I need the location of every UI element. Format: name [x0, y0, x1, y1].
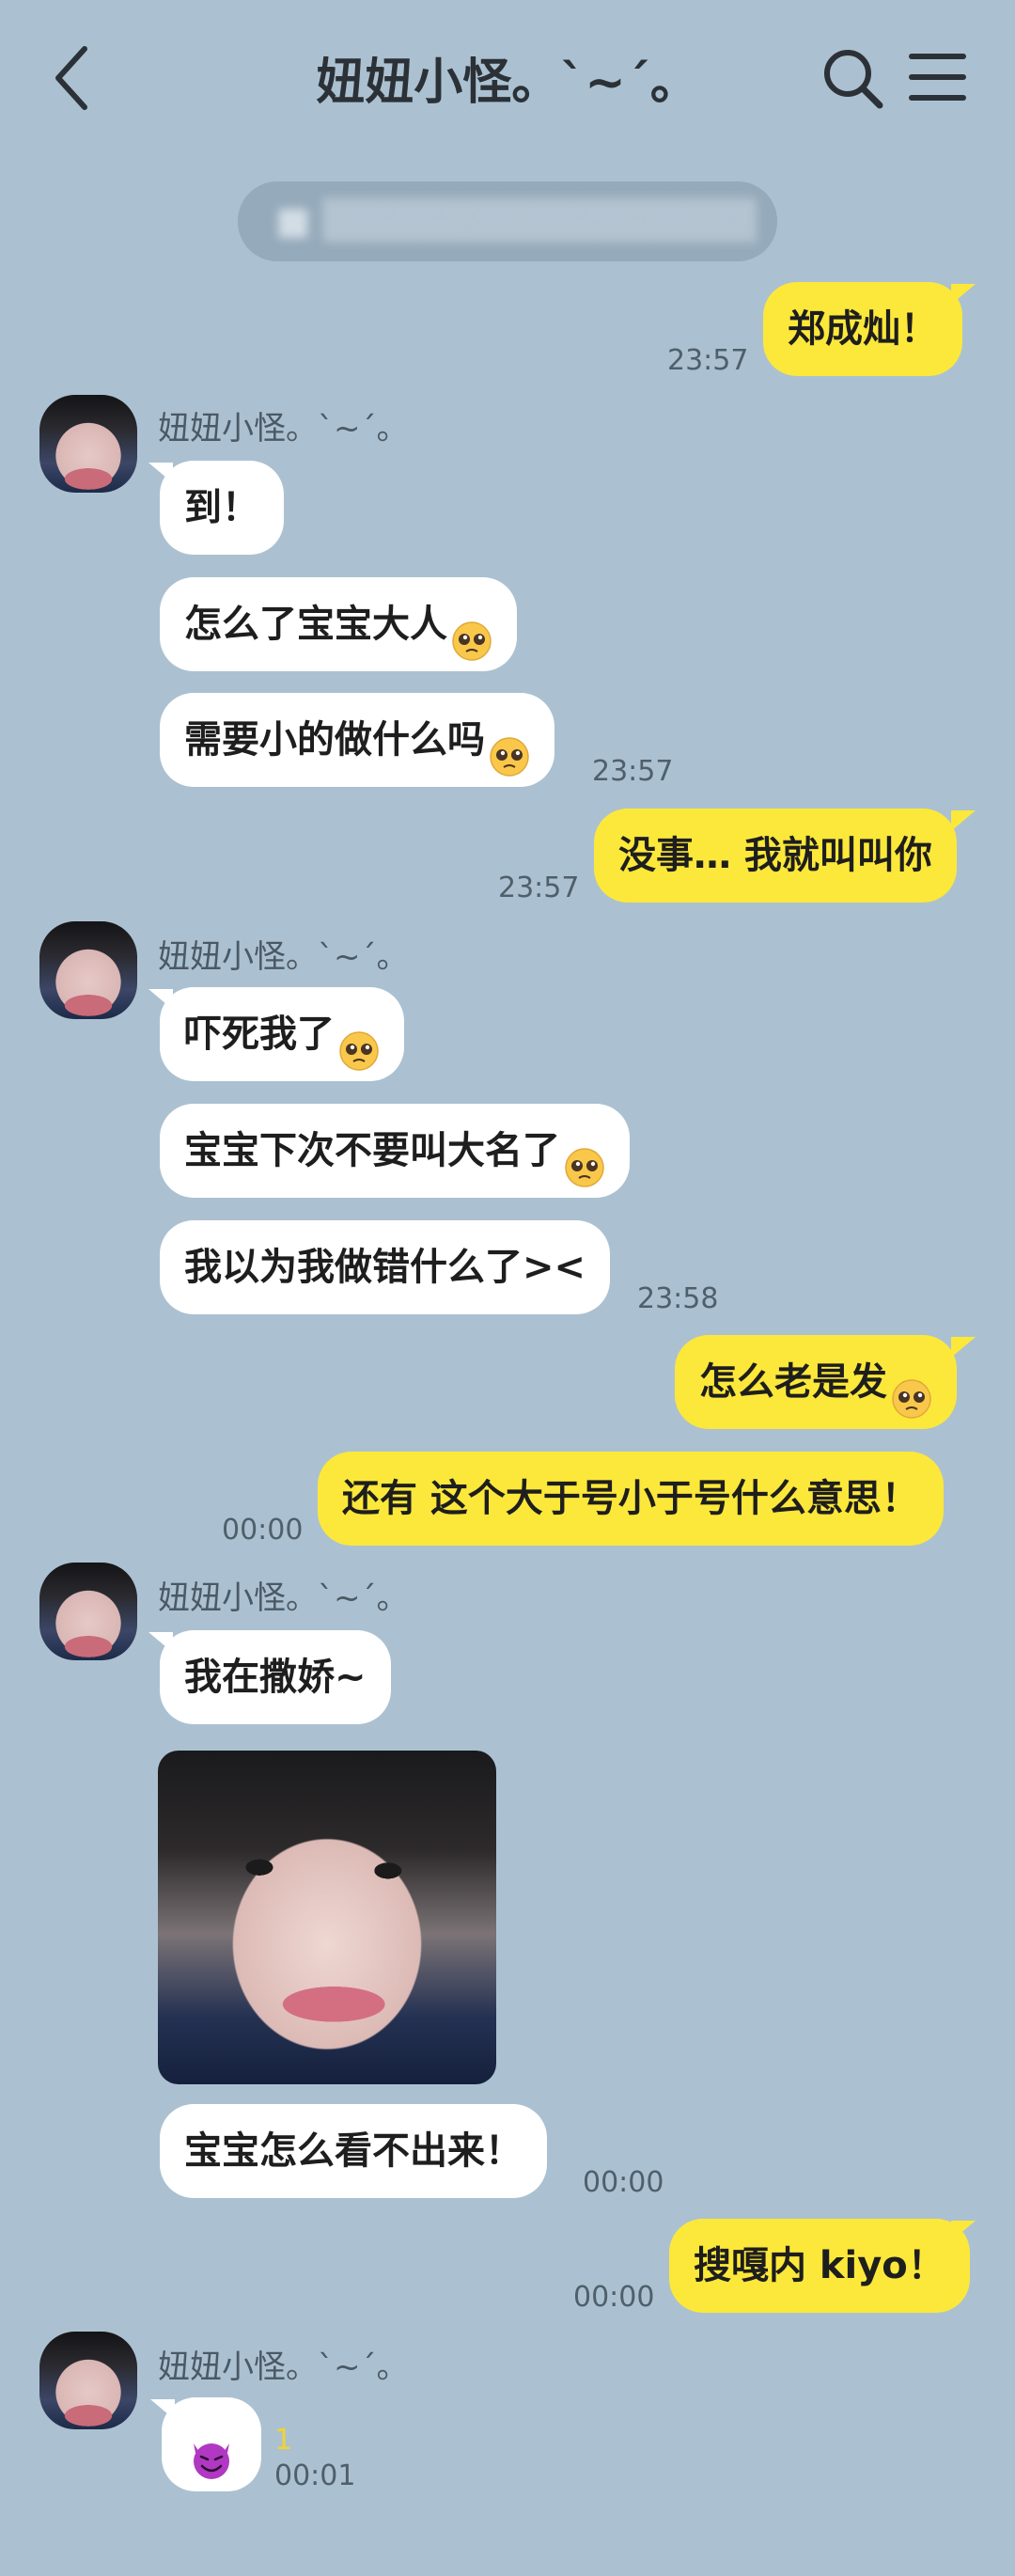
message-time: 23:58: [637, 1282, 719, 1315]
contact-avatar[interactable]: [39, 1563, 137, 1660]
contact-avatar[interactable]: [39, 921, 137, 1019]
chat-title: 妞妞小怪。`~´。: [316, 55, 699, 111]
selfie-photo[interactable]: [158, 1751, 496, 2084]
pleading-face-emoji-icon: [451, 603, 492, 661]
bubble-tail: [951, 1337, 976, 1358]
emoticon-message[interactable]: [162, 2397, 261, 2491]
message-time: 00:00: [573, 2281, 655, 2314]
pinned-notice-text: ■ ▒▒▒▒▒▒▒▒▒▒▒▒▒▒▒: [275, 199, 757, 243]
bubble-tail: [951, 2221, 976, 2241]
incoming-message[interactable]: 宝宝怎么看不出来！: [160, 2104, 547, 2198]
unread-count: 1: [274, 2424, 293, 2457]
bubble-tail: [150, 2399, 175, 2420]
incoming-message[interactable]: 我以为我做错什么了><: [160, 1220, 611, 1314]
sender-name: 妞妞小怪。`~´。: [158, 938, 409, 976]
incoming-message[interactable]: 需要小的做什么吗: [160, 693, 554, 787]
message-time: 23:57: [498, 872, 580, 904]
bubble-tail: [951, 284, 976, 305]
incoming-message[interactable]: 宝宝下次不要叫大名了: [160, 1104, 630, 1198]
pleading-face-emoji-icon: [489, 718, 530, 777]
pinned-notice-banner[interactable]: ■ ▒▒▒▒▒▒▒▒▒▒▒▒▒▒▒: [238, 181, 777, 261]
bubble-tail: [951, 810, 976, 831]
incoming-message[interactable]: 怎么了宝宝大人: [160, 577, 517, 671]
sender-name: 妞妞小怪。`~´。: [158, 2348, 409, 2386]
message-time: 23:57: [667, 344, 749, 377]
message-time: 00:00: [222, 1514, 304, 1547]
incoming-message[interactable]: 吓死我了: [160, 987, 404, 1081]
message-time: 00:00: [583, 2166, 664, 2199]
back-arrow-icon[interactable]: [49, 36, 105, 120]
pleading-face-emoji-icon: [564, 1129, 605, 1187]
search-icon[interactable]: [820, 45, 885, 111]
outgoing-message[interactable]: 还有 这个大于号小于号什么意思！: [318, 1452, 944, 1546]
smiling-devil-emoji-icon: [188, 2422, 235, 2479]
outgoing-message[interactable]: 没事… 我就叫叫你: [594, 809, 957, 903]
menu-icon[interactable]: [907, 49, 968, 105]
message-time: 23:57: [592, 755, 674, 788]
pleading-face-emoji-icon: [338, 1013, 380, 1071]
outgoing-message[interactable]: 郑成灿！: [763, 282, 962, 376]
incoming-message[interactable]: 到！: [160, 461, 284, 555]
outgoing-message[interactable]: 怎么老是发: [675, 1335, 957, 1429]
bubble-tail: [148, 989, 173, 1010]
outgoing-message[interactable]: 搜嘎内 kiyo！: [669, 2219, 970, 2313]
contact-avatar[interactable]: [39, 395, 137, 493]
bubble-tail: [148, 1632, 173, 1653]
incoming-message[interactable]: 我在撒娇~: [160, 1630, 391, 1724]
contact-avatar[interactable]: [39, 2332, 137, 2429]
bubble-tail: [148, 463, 173, 483]
sender-name: 妞妞小怪。`~´。: [158, 410, 409, 448]
message-time: 00:01: [274, 2459, 356, 2492]
sender-name: 妞妞小怪。`~´。: [158, 1579, 409, 1617]
pleading-face-emoji-icon: [891, 1360, 932, 1419]
